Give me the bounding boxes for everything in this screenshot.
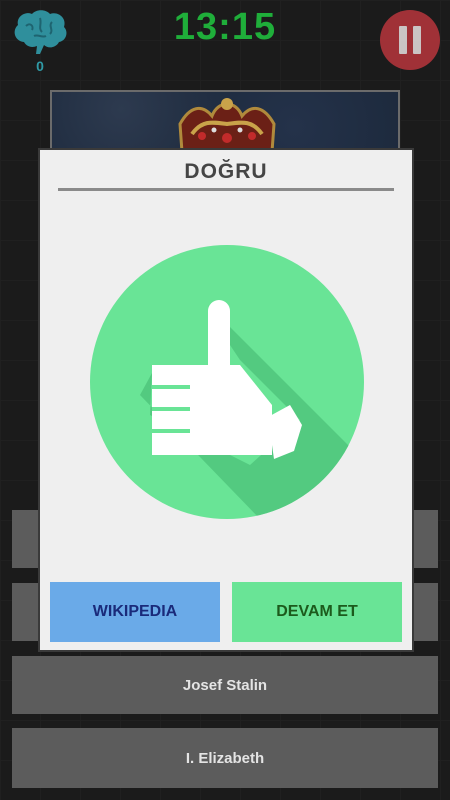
result-dialog: DOĞRU WIKIPEDIA DEVAM ET — [38, 148, 414, 652]
timer: 13:15 — [173, 6, 277, 48]
wikipedia-button[interactable]: WIKIPEDIA — [50, 582, 220, 642]
answer-option-4[interactable]: I. Elizabeth — [12, 728, 438, 788]
score-counter: 0 — [36, 58, 44, 74]
divider — [58, 188, 394, 191]
dialog-title: DOĞRU — [184, 160, 268, 183]
crown-image — [178, 98, 276, 150]
top-bar: 0 13:15 — [0, 0, 450, 80]
pause-icon — [413, 26, 421, 54]
answer-option-3[interactable]: Josef Stalin — [12, 656, 438, 714]
pause-icon — [399, 26, 407, 54]
brain-icon — [14, 10, 67, 54]
pause-button[interactable] — [380, 10, 440, 70]
continue-button[interactable]: DEVAM ET — [232, 582, 402, 642]
thumbs-up-icon — [90, 245, 364, 519]
question-image — [50, 90, 400, 150]
